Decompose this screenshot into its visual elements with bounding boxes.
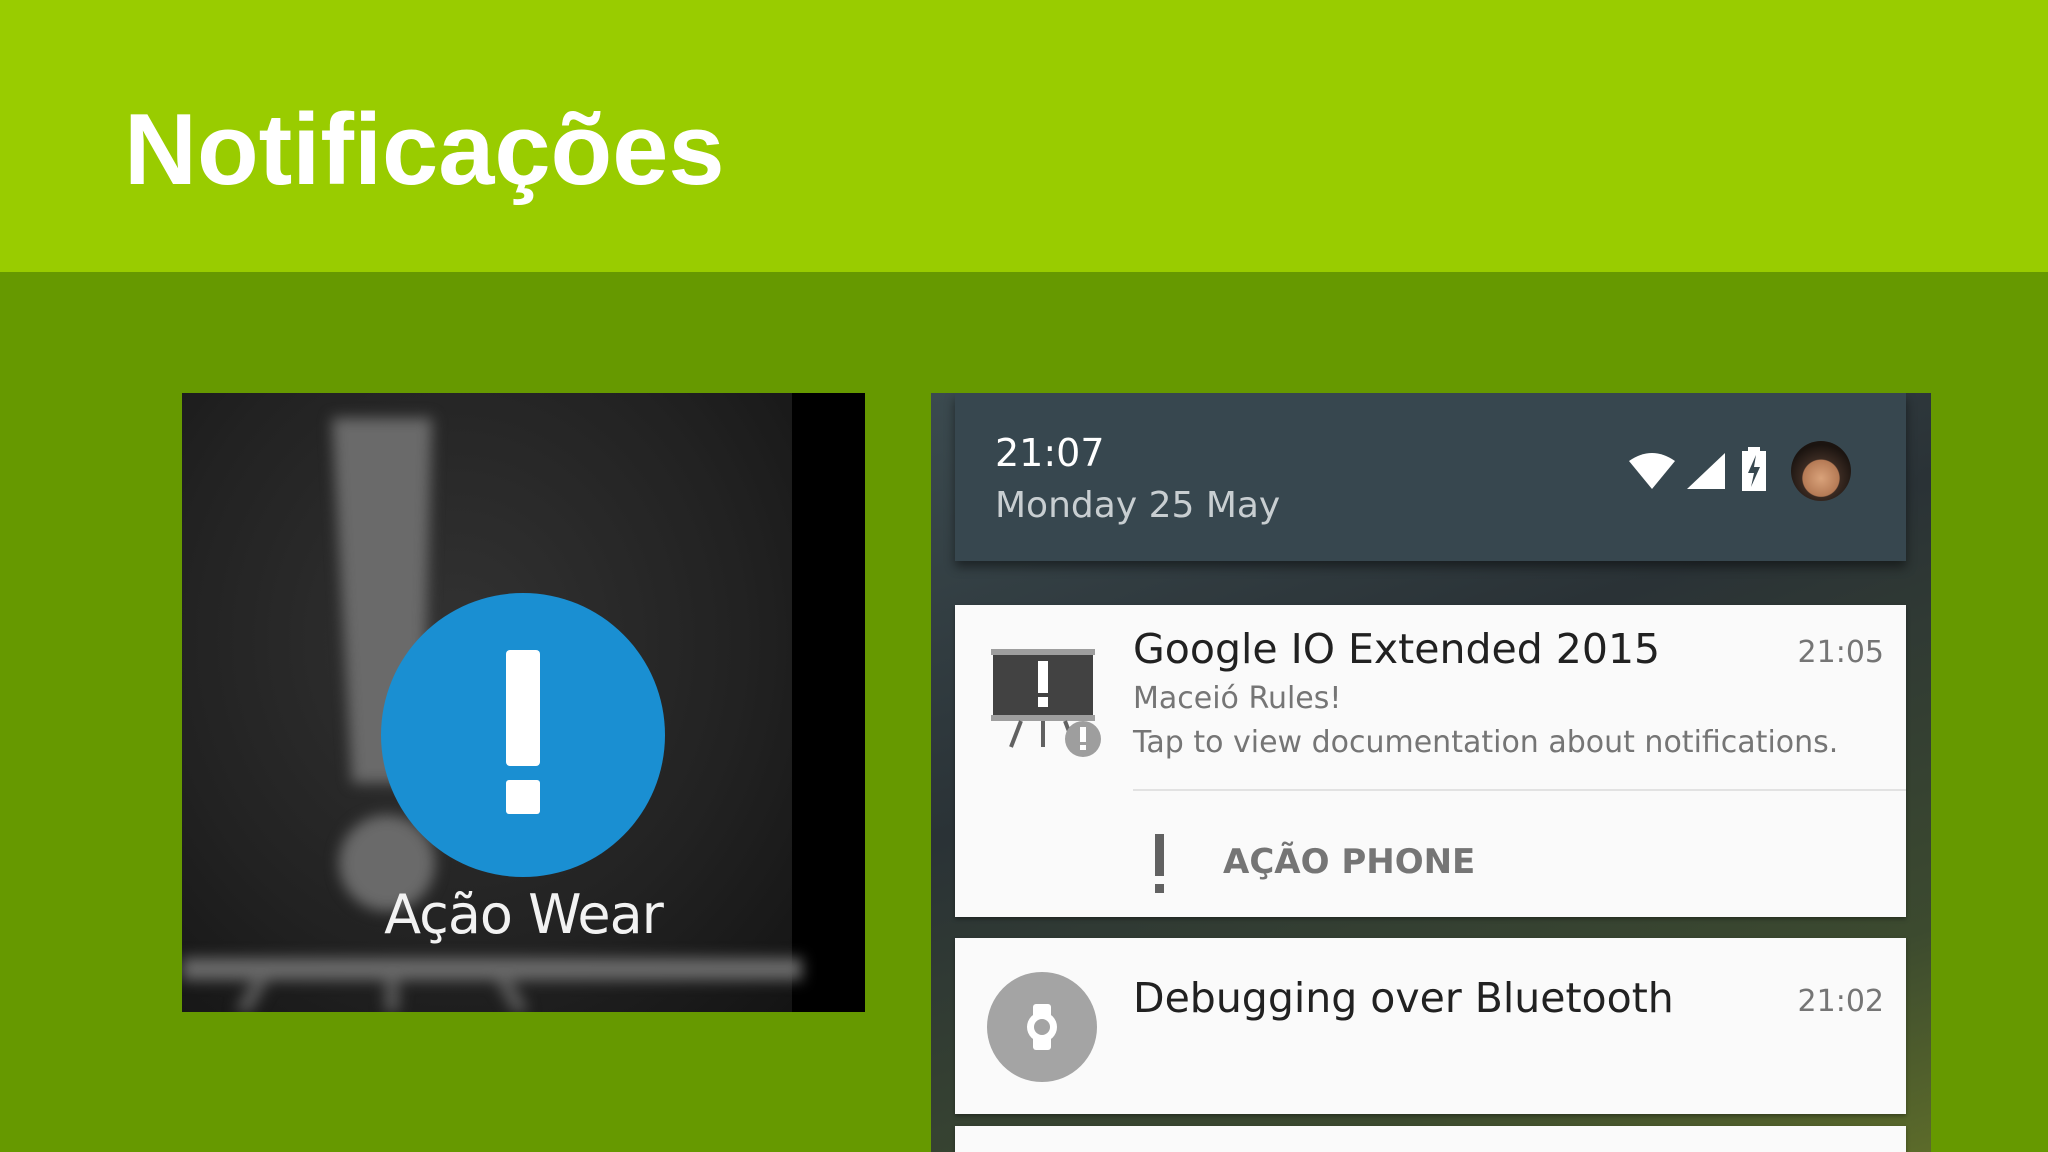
notification-card[interactable]: Google IO Extended 2015 21:05 Maceió Rul… [955,605,1906,917]
notification-title: Google IO Extended 2015 [1133,625,1661,673]
notification-time: 21:02 [1797,984,1884,1019]
notification-card[interactable]: Debugging over Bluetooth 21:02 [955,938,1906,1114]
exclamation-dot [506,780,540,814]
notification-card-partial[interactable] [955,1126,1906,1152]
slide-header: Notificações [0,0,2048,272]
avatar[interactable] [1791,441,1851,501]
notification-title: Debugging over Bluetooth [1133,974,1674,1022]
status-time: 21:07 [995,431,1105,475]
exclamation-icon [1155,834,1164,876]
watch-glyph [1027,1004,1057,1050]
presentation-alert-icon [991,649,1101,757]
wear-action-label: Ação Wear [384,883,664,946]
slide-title: Notificações [124,94,725,206]
notification-divider [1133,789,1906,791]
wear-screenshot: Ação Wear [182,393,865,1012]
phone-action-button[interactable]: AÇÃO PHONE [1133,830,1633,910]
watch-icon [987,972,1097,1082]
notification-subtitle: Maceió Rules! [1133,681,1342,716]
wifi-icon [1629,453,1675,489]
phone-screenshot: 21:07 Monday 25 May Google IO Extended 2… [931,393,1931,1152]
battery-charging-icon [1742,447,1766,491]
notification-text: Tap to view documentation about notifica… [1133,725,1839,760]
phone-action-label: AÇÃO PHONE [1223,842,1476,882]
exclamation-icon [506,650,540,766]
notification-time: 21:05 [1797,635,1884,670]
exclamation-dot [1155,884,1164,893]
signal-icon [1687,453,1725,489]
wear-action-button[interactable] [381,593,665,877]
system-icons [1627,441,1887,501]
quick-settings-header: 21:07 Monday 25 May [955,393,1906,561]
status-date: Monday 25 May [995,485,1281,526]
